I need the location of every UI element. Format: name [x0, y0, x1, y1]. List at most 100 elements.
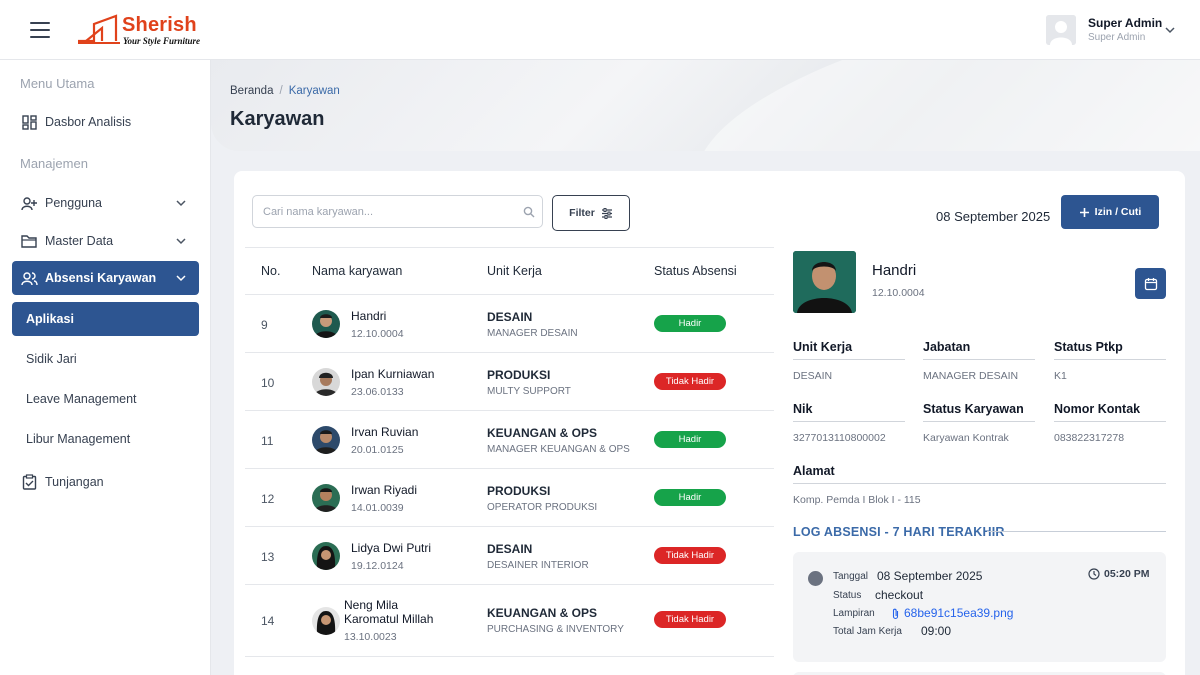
- log-tanggal-value: 08 September 2025: [877, 569, 983, 583]
- row-number: 10: [261, 376, 275, 390]
- table-row[interactable]: 9 Handri 12.10.0004 DESAIN MANAGER DESAI…: [245, 295, 774, 353]
- sidebar-subitem-leave-management[interactable]: Leave Management: [12, 382, 199, 416]
- log-divider: [987, 531, 1166, 532]
- sidebar: Menu Utama Dasbor Analisis Manajemen Pen…: [0, 60, 211, 675]
- row-number: 14: [261, 614, 275, 628]
- search-input[interactable]: [252, 195, 543, 228]
- employee-avatar: [312, 542, 340, 570]
- employee-unit: DESAIN: [487, 542, 533, 556]
- detail-nik-code: 12.10.0004: [872, 287, 925, 299]
- breadcrumb-home[interactable]: Beranda: [230, 85, 273, 97]
- employee-nik: 13.10.0023: [344, 631, 397, 643]
- status-badge: Hadir: [654, 431, 726, 448]
- menu-icon[interactable]: [30, 22, 50, 38]
- table-row[interactable]: 11 Irvan Ruvian 20.01.0125 KEUANGAN & OP…: [245, 411, 774, 469]
- employee-name: Irwan Riyadi: [351, 483, 418, 497]
- employee-card: Filter 08 September 2025 Izin / Cuti No.…: [234, 171, 1185, 675]
- value-status-karyawan: Karyawan Kontrak: [923, 432, 1009, 444]
- dashboard-icon: [20, 113, 38, 131]
- employee-job: MULTY SUPPORT: [487, 386, 571, 397]
- status-badge: Hadir: [654, 489, 726, 506]
- add-user-icon: [20, 194, 38, 212]
- employee-unit: KEUANGAN & OPS: [487, 606, 598, 620]
- sidebar-subitem-libur-management[interactable]: Libur Management: [12, 422, 199, 456]
- log-title: LOG ABSENSI - 7 HARI TERAKHIR: [793, 525, 1005, 539]
- search-icon[interactable]: [523, 206, 535, 218]
- table-row[interactable]: 12 Irwan Riyadi 14.01.0039 PRODUKSI OPER…: [245, 469, 774, 527]
- sidebar-item-tunjangan[interactable]: Tunjangan: [12, 465, 199, 499]
- employee-name: Lidya Dwi Putri: [351, 541, 432, 555]
- filter-button[interactable]: Filter: [552, 195, 630, 231]
- plus-icon: [1079, 207, 1089, 217]
- sidebar-item-absensi-karyawan[interactable]: Absensi Karyawan: [12, 261, 199, 295]
- employee-avatar: [312, 368, 340, 396]
- value-nomor-kontak: 083822317278: [1054, 432, 1125, 444]
- chevron-down-icon: [176, 238, 186, 245]
- employee-job: PURCHASING & INVENTORY: [487, 624, 624, 635]
- value-status-ptkp: K1: [1054, 370, 1067, 382]
- label-jabatan: Jabatan: [923, 340, 1035, 360]
- folder-icon: [20, 232, 38, 250]
- sidebar-subitem-aplikasi[interactable]: Aplikasi: [12, 302, 199, 336]
- employee-unit: PRODUKSI: [487, 368, 551, 382]
- employee-nik: 12.10.0004: [351, 328, 404, 340]
- section-label-main: Menu Utama: [20, 76, 95, 91]
- employee-job: MANAGER DESAIN: [487, 328, 578, 339]
- table-header: No. Nama karyawan Unit Kerja Status Abse…: [245, 247, 774, 295]
- table-row[interactable]: 10 Ipan Kurniawan 23.06.0133 PRODUKSI MU…: [245, 353, 774, 411]
- calendar-icon: [1144, 277, 1157, 290]
- izin-cuti-label: Izin / Cuti: [1094, 206, 1142, 218]
- top-bar: Sherish Your Style Furniture Super Admin…: [0, 0, 1200, 60]
- log-time-value: 05:20 PM: [1104, 568, 1150, 580]
- employee-name: Handri: [351, 309, 387, 323]
- clock-icon: [1088, 568, 1100, 580]
- brand-tagline: Your Style Furniture: [123, 36, 201, 46]
- log-time: 05:20 PM: [1088, 568, 1150, 580]
- log-lampiran-label: Lampiran: [833, 608, 875, 619]
- employee-avatar: [312, 310, 340, 338]
- label-nik: Nik: [793, 402, 905, 422]
- log-status-label: Status: [833, 590, 862, 601]
- table-row[interactable]: 14 Neng Mila Karomatul Millah 13.10.0023…: [245, 585, 774, 657]
- employee-name: Ipan Kurniawan: [351, 367, 435, 381]
- status-badge: Hadir: [654, 315, 726, 332]
- employee-job: DESAINER INTERIOR: [487, 560, 589, 571]
- izin-cuti-button[interactable]: Izin / Cuti: [1061, 195, 1159, 229]
- column-header-name: Nama karyawan: [312, 264, 403, 278]
- page-header: Beranda / Karyawan Karyawan: [211, 60, 1200, 151]
- log-lampiran-link[interactable]: 68be91c15ea39.png: [904, 606, 1013, 620]
- employee-avatar: [312, 426, 340, 454]
- column-header-no: No.: [261, 264, 281, 278]
- label-unit-kerja: Unit Kerja: [793, 340, 905, 360]
- sidebar-item-pengguna[interactable]: Pengguna: [12, 186, 199, 220]
- chevron-down-icon[interactable]: [1164, 24, 1176, 36]
- status-badge: Tidak Hadir: [654, 611, 726, 628]
- table-row[interactable]: 13 Lidya Dwi Putri 19.12.0124 DESAIN DES…: [245, 527, 774, 585]
- sidebar-item-label: Absensi Karyawan: [45, 271, 157, 285]
- row-number: 13: [261, 550, 275, 564]
- user-role: Super Admin: [1088, 32, 1146, 43]
- employee-unit: DESAIN: [487, 310, 533, 324]
- sidebar-item-dashboard[interactable]: Dasbor Analisis: [12, 105, 199, 139]
- employee-unit: KEUANGAN & OPS: [487, 426, 598, 440]
- user-avatar[interactable]: [1046, 15, 1076, 45]
- breadcrumb-separator: /: [279, 85, 283, 97]
- employee-job: OPERATOR PRODUKSI: [487, 502, 598, 513]
- sidebar-subitem-sidik-jari[interactable]: Sidik Jari: [12, 342, 199, 376]
- filter-label: Filter: [569, 207, 595, 219]
- employee-job: MANAGER KEUANGAN & OPS: [487, 444, 630, 455]
- column-header-unit: Unit Kerja: [487, 264, 542, 278]
- calendar-button[interactable]: [1135, 268, 1166, 299]
- brand-name: Sherish: [122, 14, 197, 36]
- log-total-value: 09:00: [921, 624, 952, 638]
- chevron-down-icon: [176, 275, 186, 282]
- sidebar-item-label: Pengguna: [45, 196, 103, 210]
- log-tanggal-label: Tanggal: [833, 571, 869, 582]
- clipboard-icon: [20, 473, 38, 491]
- log-entry: Tanggal 08 September 2025 05:20 PM Statu…: [793, 552, 1166, 662]
- users-icon: [20, 269, 38, 287]
- label-status-karyawan: Status Karyawan: [923, 402, 1035, 422]
- sidebar-item-master-data[interactable]: Master Data: [12, 224, 199, 258]
- log-total-label: Total Jam Kerja: [833, 626, 902, 637]
- user-name[interactable]: Super Admin: [1088, 16, 1162, 30]
